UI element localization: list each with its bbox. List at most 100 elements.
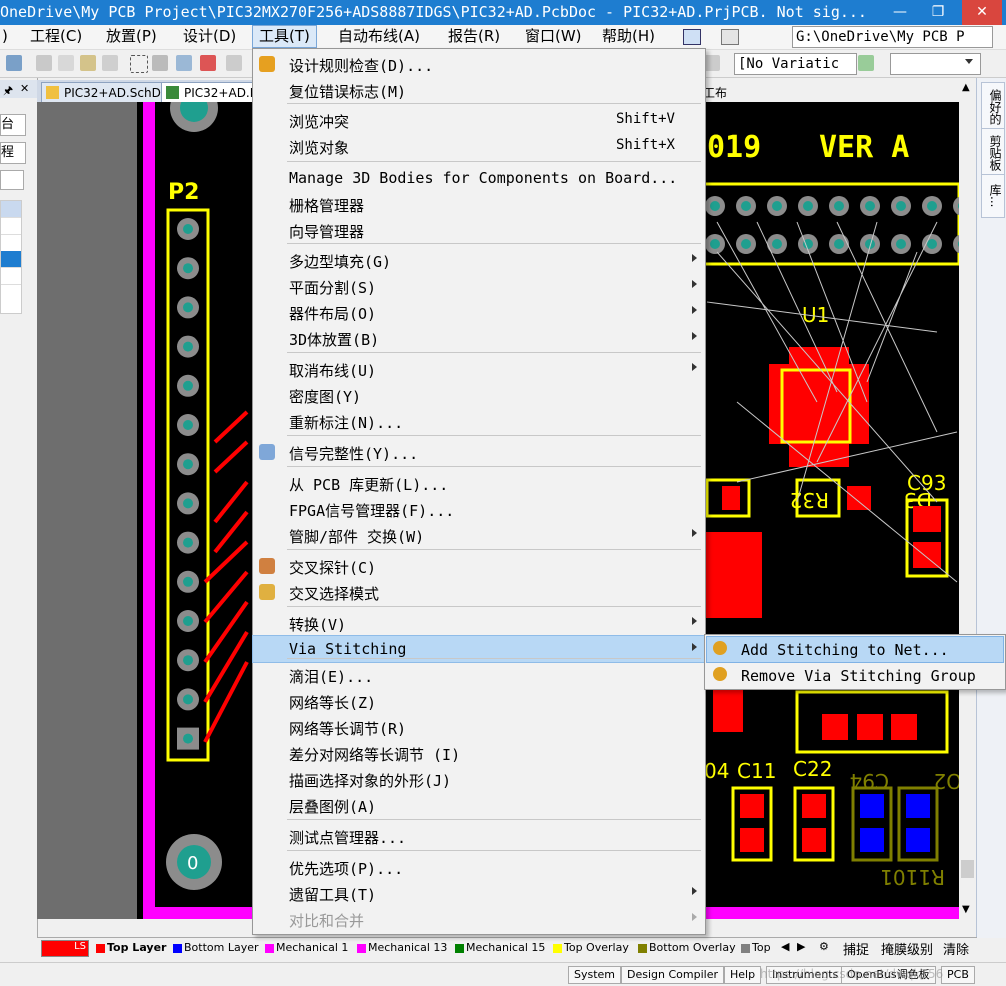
layer-tab-top-more[interactable]: Top: [740, 940, 771, 956]
menu-help[interactable]: 帮助(H): [596, 25, 661, 48]
search-icon[interactable]: [6, 55, 22, 71]
remove-stitching-item[interactable]: Remove Via Stitching Group: [707, 663, 1003, 688]
vertical-scrollbar[interactable]: ▲ ▼: [959, 80, 976, 919]
tools-menu-item[interactable]: 平面分割(S): [253, 273, 705, 299]
menu-window[interactable]: 窗口(W): [519, 25, 588, 48]
deselect-icon[interactable]: [176, 55, 192, 71]
menu-separator: [287, 352, 701, 353]
menu-place[interactable]: 放置(P): [100, 25, 163, 48]
tools-menu-item[interactable]: 设计规则检查(D)...: [253, 51, 705, 77]
tools-menu-item[interactable]: FPGA信号管理器(F)...: [253, 496, 705, 522]
move-icon[interactable]: [152, 55, 168, 71]
mask-level-button[interactable]: 掩膜级别: [881, 939, 933, 958]
tools-menu-item[interactable]: Manage 3D Bodies for Components on Board…: [253, 165, 705, 191]
menu-autoroute[interactable]: 自动布线(A): [332, 25, 426, 48]
tools-menu-item[interactable]: 浏览对象 Shift+X: [253, 133, 705, 159]
cut-icon[interactable]: [36, 55, 52, 71]
layer-tab-top[interactable]: Top Layer: [95, 940, 166, 956]
pin-hole: [183, 655, 193, 666]
menu-tools[interactable]: 工具(T): [252, 25, 317, 48]
menu-reports[interactable]: 报告(R): [442, 25, 506, 48]
clear-icon[interactable]: [200, 55, 216, 71]
printer-icon[interactable]: [721, 29, 739, 45]
panel-list[interactable]: [0, 200, 22, 314]
system-button[interactable]: System: [568, 966, 622, 984]
tools-menu-item-label: 浏览对象: [289, 139, 350, 157]
tools-menu-item[interactable]: 差分对网络等长调节 (I): [253, 740, 705, 766]
left-panel-label-1[interactable]: 台: [0, 114, 26, 136]
tools-menu-item[interactable]: 遗留工具(T): [253, 880, 705, 906]
tools-menu-item[interactable]: 管脚/部件 交换(W): [253, 522, 705, 548]
pin-icon[interactable]: 🖈: [3, 82, 13, 101]
rubber-stamp-icon[interactable]: [102, 55, 118, 71]
tools-menu-item-label: 设计规则检查(D)...: [289, 57, 434, 75]
copy-icon[interactable]: [58, 55, 74, 71]
add-stitching-item[interactable]: Add Stitching to Net...: [706, 636, 1004, 663]
tools-menu-item[interactable]: 多边型填充(G): [253, 247, 705, 273]
tools-menu-item[interactable]: 测试点管理器...: [253, 823, 705, 849]
minimize-button[interactable]: —: [880, 0, 920, 25]
menu-design[interactable]: 设计(D): [177, 25, 242, 48]
tools-menu-item[interactable]: 网络等长调节(R): [253, 714, 705, 740]
tools-menu-item[interactable]: 滴泪(E)...: [253, 662, 705, 688]
help-button[interactable]: Help: [724, 966, 762, 984]
layer-scroll-right-icon[interactable]: ▶: [797, 940, 805, 953]
rule-check-icon: [259, 56, 275, 72]
scroll-thumb[interactable]: [961, 860, 974, 878]
tools-menu-item[interactable]: 信号完整性(Y)...: [253, 439, 705, 465]
tools-menu-item[interactable]: 转换(V): [253, 610, 705, 636]
tools-menu-item[interactable]: 栅格管理器: [253, 191, 705, 217]
menu-cut-item[interactable]: ): [0, 25, 14, 48]
tools-menu-item[interactable]: 网络等长(Z): [253, 688, 705, 714]
tools-menu-item[interactable]: 浏览冲突 Shift+V: [253, 107, 705, 133]
blank-dropdown[interactable]: [890, 53, 981, 75]
tools-menu-item[interactable]: 从 PCB 库更新(L)...: [253, 470, 705, 496]
current-layer-swatch[interactable]: LS: [41, 940, 89, 957]
tab-clipboard[interactable]: 剪贴板: [981, 128, 1005, 178]
paste-icon[interactable]: [80, 55, 96, 71]
chart-icon[interactable]: [683, 29, 701, 45]
tools-menu-item[interactable]: 交叉选择模式: [253, 579, 705, 605]
layer-tab-mech15[interactable]: Mechanical 15: [454, 940, 545, 956]
clear-button[interactable]: 清除: [943, 939, 969, 958]
menu-project[interactable]: 工程(C): [24, 25, 88, 48]
path-field[interactable]: G:\OneDrive\My PCB P: [792, 26, 993, 48]
tools-menu-item[interactable]: 重新标注(N)...: [253, 408, 705, 434]
filter-icon[interactable]: ⚙: [819, 940, 829, 953]
scroll-down-icon[interactable]: ▼: [962, 904, 970, 915]
layer-scroll-left-icon[interactable]: ◀: [781, 940, 789, 953]
tools-menu-item[interactable]: 取消布线(U): [253, 356, 705, 382]
close-button[interactable]: ✕: [962, 0, 1002, 25]
tools-menu-item[interactable]: 交叉探针(C): [253, 553, 705, 579]
left-panel-label-2[interactable]: 程: [0, 142, 26, 164]
grid-icon[interactable]: [704, 55, 720, 71]
layer-tab-top-overlay[interactable]: Top Overlay: [552, 940, 629, 956]
undo-icon[interactable]: [226, 55, 242, 71]
variant-manager-icon[interactable]: [858, 55, 874, 71]
chevron-down-icon[interactable]: [965, 59, 973, 64]
tools-menu-item[interactable]: 器件布局(O): [253, 299, 705, 325]
layer-tab-bottom-overlay[interactable]: Bottom Overlay: [637, 940, 736, 956]
tools-menu-item[interactable]: 密度图(Y): [253, 382, 705, 408]
tools-menu-item[interactable]: 复位错误标志(M): [253, 77, 705, 103]
stitch-remove-icon: [713, 667, 727, 681]
select-area-icon[interactable]: [130, 55, 148, 73]
variation-dropdown[interactable]: [No Variatic: [734, 53, 857, 75]
panel-dropdown[interactable]: [0, 170, 24, 190]
pcb-button[interactable]: PCB: [941, 966, 975, 984]
layer-tab-bottom[interactable]: Bottom Layer: [172, 940, 259, 956]
design-compiler-button[interactable]: Design Compiler: [621, 966, 724, 984]
tools-menu-item[interactable]: 优先选项(P)...: [253, 854, 705, 880]
tools-menu-item[interactable]: 3D体放置(B): [253, 325, 705, 351]
tools-menu-item[interactable]: 层叠图例(A): [253, 792, 705, 818]
maximize-button[interactable]: ❐: [918, 0, 958, 25]
tab-favorites[interactable]: 偏好的: [981, 82, 1005, 132]
snap-button[interactable]: 捕捉: [843, 939, 869, 958]
tools-menu-item[interactable]: 描画选择对象的外形(J): [253, 766, 705, 792]
layer-tab-mech13[interactable]: Mechanical 13: [356, 940, 447, 956]
scroll-up-icon[interactable]: ▲: [962, 82, 970, 93]
tab-libraries[interactable]: 库...: [981, 174, 1005, 218]
close-icon[interactable]: ✕: [20, 82, 29, 95]
tools-menu-item[interactable]: 向导管理器: [253, 217, 705, 243]
layer-tab-mech1[interactable]: Mechanical 1: [264, 940, 348, 956]
